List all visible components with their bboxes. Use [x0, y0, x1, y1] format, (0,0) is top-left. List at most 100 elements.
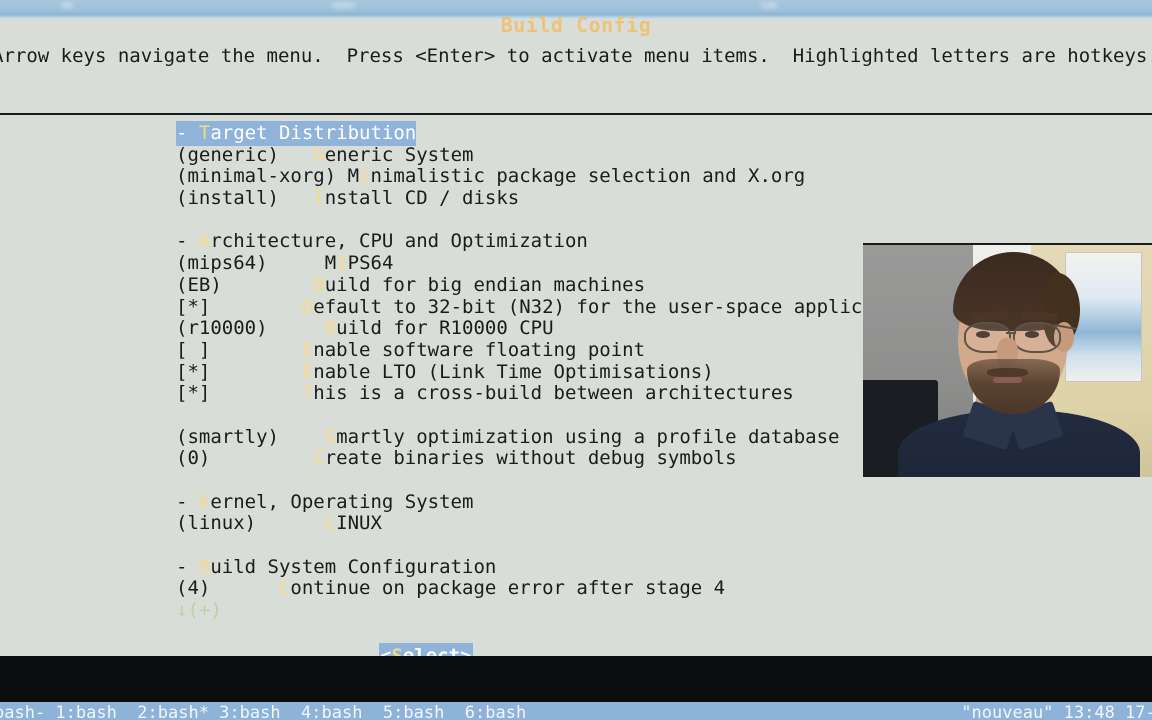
hotkey-letter: I	[313, 187, 325, 210]
person-moustache	[987, 367, 1028, 378]
menu-row-label: nstall CD / disks	[324, 187, 520, 210]
menu-row-label: ontinue on package error after stage 4	[290, 577, 726, 600]
menu-row-label: nable software floating point	[313, 338, 646, 361]
menu-row-label: PS64	[347, 252, 394, 275]
section-dash: -	[176, 490, 199, 513]
option-pad	[256, 512, 325, 534]
menu-row-software-float[interactable]: [ ] Enable software floating point	[176, 338, 874, 362]
hotkey-letter: i	[359, 165, 371, 188]
menu-row-label: uild System Configuration	[210, 555, 497, 578]
screen: Build Config Arrow keys navigate the men…	[0, 0, 1152, 720]
menu-row-label: nable LTO (Link Time Optimisations)	[313, 360, 714, 383]
menu-row-label: arget Distribution	[210, 122, 417, 144]
hotkey-letter: T	[198, 122, 211, 144]
menu-row-cross-build[interactable]: [*] This is a cross-build between archit…	[176, 382, 874, 405]
tmux-window-list[interactable]: bash- 1:bash 2:bash* 3:bash 4:bash 5:bas…	[0, 703, 526, 720]
option-value: (0)	[176, 447, 211, 470]
hotkey-letter: D	[301, 295, 314, 318]
menu-row-label: ernel, Operating System	[210, 490, 474, 513]
option-pad	[279, 144, 313, 166]
menu-row-build-system-header[interactable]: - Build System Configuration	[176, 555, 874, 579]
menu-row-install-cd[interactable]: (install) Install CD / disks	[176, 187, 874, 210]
hotkey-letter: T	[301, 382, 314, 405]
menu-row-enable-lto[interactable]: [*] Enable LTO (Link Time Optimisations)	[176, 360, 874, 384]
menu-row-label: nimalistic package selection and X.org	[370, 165, 806, 188]
option-value: (minimal-xorg)	[176, 165, 337, 188]
menu-row-label: his is a cross-build between architectur…	[313, 382, 794, 405]
option-prefix-letter: M	[347, 165, 360, 188]
option-pad	[210, 361, 302, 383]
panel-glint	[760, 2, 778, 9]
menu-row-linux-kernel[interactable]: (linux) LINUX	[176, 513, 874, 535]
dialog-separator-top	[0, 113, 1152, 115]
menu-row-generic-system[interactable]: (generic) Generic System	[176, 143, 874, 167]
hotkey-letter: G	[313, 143, 325, 166]
hotkey-letter: L	[324, 512, 337, 535]
menu-row-continue-on-error[interactable]: (4) Continue on package error after stag…	[176, 578, 874, 600]
hotkey-letter: E	[301, 360, 314, 383]
option-pad	[268, 252, 325, 274]
hotkey-letter: C	[313, 447, 325, 470]
option-pad	[279, 187, 313, 209]
menu-row-label: efault to 32-bit (N32) for the user-spac…	[313, 295, 874, 318]
hotkey-letter: B	[324, 317, 337, 340]
option-value: [ ]	[176, 338, 211, 361]
option-pad	[210, 382, 302, 404]
glasses-bridge	[1006, 332, 1016, 334]
glasses-lens-right	[1013, 321, 1061, 354]
menu-row-mips64[interactable]: (mips64) MIPS64	[176, 252, 874, 275]
menu-row-kernel-os-header[interactable]: - Kernel, Operating System	[176, 490, 874, 514]
panel-glint	[330, 2, 356, 9]
menu-row-blank-2	[176, 405, 874, 427]
menu-row-smartly-optimization[interactable]: (smartly) Smartly optimization using a p…	[176, 425, 874, 449]
tmux-status-right: "nouveau" 13:48 17-J	[961, 703, 1152, 720]
option-value: (generic)	[176, 143, 279, 166]
option-value: (r10000)	[176, 317, 268, 340]
hotkey-letter: E	[301, 338, 314, 361]
menu-row-r10000-cpu[interactable]: (r10000) Build for R10000 CPU	[176, 317, 874, 340]
hotkey-letter: B	[313, 273, 325, 296]
help-instruction-line: Arrow keys navigate the menu. Press <Ent…	[0, 45, 1152, 67]
menu-row-architecture-header[interactable]: - Architecture, CPU and Optimization	[176, 231, 874, 253]
section-dash: -	[176, 122, 199, 144]
scroll-down-indicator: ↓(+)	[176, 599, 222, 622]
option-pad	[210, 577, 279, 599]
menu-row-blank-1	[176, 210, 874, 232]
option-pad	[210, 339, 302, 361]
option-value: (EB)	[176, 273, 222, 296]
selected-highlight[interactable]: - Target Distribution	[176, 121, 417, 146]
terminal-black-gap	[0, 656, 1152, 702]
option-value: (install)	[176, 187, 279, 210]
menu-row-label: eneric System	[324, 143, 474, 166]
option-pad	[222, 274, 314, 296]
option-value: [*]	[176, 295, 211, 318]
hotkey-letter: B	[198, 555, 211, 578]
menu-row-label: reate binaries without debug symbols	[324, 447, 737, 470]
webcam-overlay	[863, 243, 1152, 477]
option-pad	[336, 165, 347, 187]
menu-list[interactable]: - Target Distribution (generic) Generic S…	[176, 121, 874, 622]
option-pad	[279, 426, 325, 448]
menu-row-target-distribution-header[interactable]: - Target Distribution	[176, 121, 874, 146]
menu-row-label: uild for big endian machines	[324, 273, 646, 296]
menu-row-blank-3	[176, 470, 874, 492]
hotkey-letter: C	[278, 577, 291, 600]
section-dash: -	[176, 555, 199, 578]
menu-row-label: rchitecture, CPU and Optimization	[210, 230, 588, 253]
hotkey-letter: A	[198, 230, 211, 253]
hotkey-letter: I	[336, 252, 348, 275]
menu-row-debug-symbols[interactable]: (0) Create binaries without debug symbol…	[176, 447, 874, 470]
menu-row-default-n32[interactable]: [*] Default to 32-bit (N32) for the user…	[176, 295, 874, 319]
tmux-status-bar[interactable]: bash- 1:bash 2:bash* 3:bash 4:bash 5:bas…	[0, 702, 1152, 720]
dialog-title: Build Config	[500, 13, 652, 37]
option-value: (mips64)	[176, 252, 268, 275]
menu-row-minimal-xorg[interactable]: (minimal-xorg) Minimalistic package sele…	[176, 166, 874, 188]
menu-row-label: INUX	[336, 512, 382, 535]
option-value: (4)	[176, 577, 211, 600]
menu-row-big-endian[interactable]: (EB) Build for big endian machines	[176, 273, 874, 297]
option-pad	[210, 447, 313, 469]
option-value: (smartly)	[176, 425, 279, 448]
menu-row-label: martly optimization using a profile data…	[336, 425, 840, 448]
hotkey-letter: K	[198, 490, 211, 513]
panel-glint	[60, 2, 74, 9]
